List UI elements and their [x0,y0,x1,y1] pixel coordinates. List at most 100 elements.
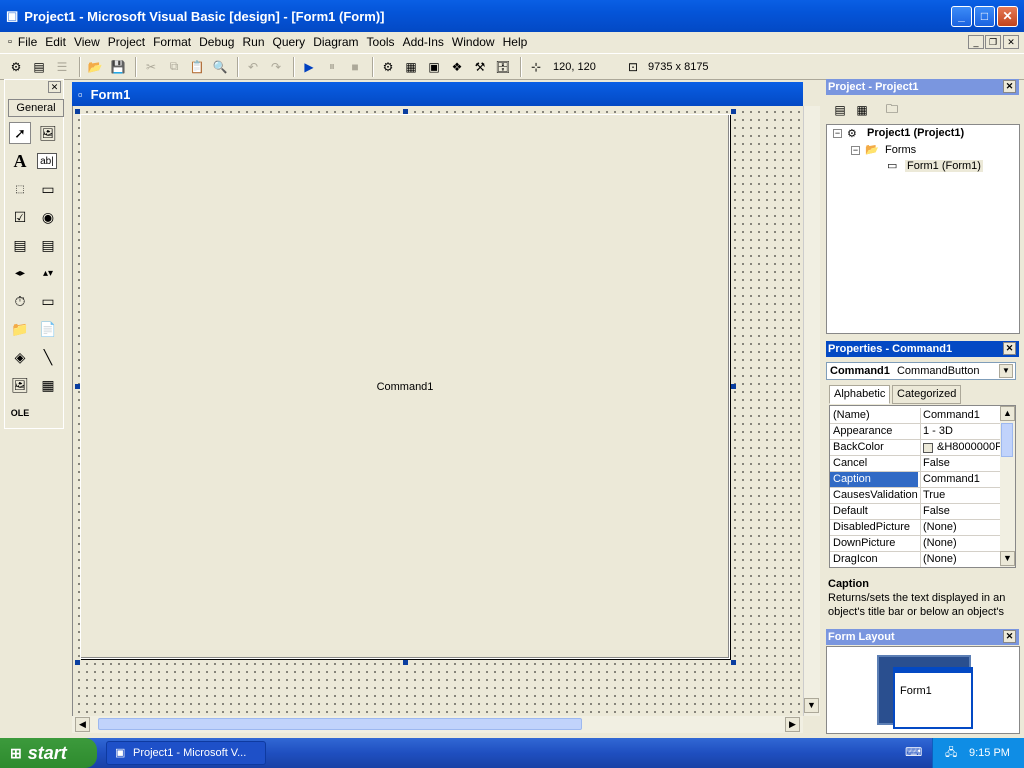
form-designer-title-bar[interactable]: ▫ Form1 [72,82,803,106]
form-system-icon[interactable]: ▫ [8,36,12,48]
combobox-icon[interactable]: ▤ [9,234,31,256]
open-project-icon[interactable]: 📂 [85,57,105,77]
add-project-icon[interactable]: ⚙ [6,57,26,77]
resize-handle[interactable] [75,384,80,389]
collapse-icon[interactable]: − [833,129,842,138]
toolbox-icon[interactable]: ⚒ [470,57,490,77]
scroll-thumb[interactable] [98,718,582,730]
scroll-left-icon[interactable]: ◀ [75,717,90,732]
toolbox-close-button[interactable]: ✕ [48,81,61,93]
label-icon[interactable]: A [9,150,31,172]
data-control-icon[interactable]: ▦ [37,374,59,396]
mdi-restore-button[interactable]: ❐ [985,35,1001,49]
clock[interactable]: 9:15 PM [969,747,1010,759]
dirlistbox-icon[interactable]: 📁 [9,318,31,340]
tree-form1-item[interactable]: Form1 (Form1) [905,160,983,172]
filelistbox-icon[interactable]: 📄 [37,318,59,340]
properties-pane-close-button[interactable]: ✕ [1003,342,1016,355]
resize-handle[interactable] [403,109,408,114]
menu-tools[interactable]: Tools [367,35,395,49]
find-icon[interactable]: 🔍 [210,57,230,77]
property-row-selected[interactable]: Caption Command1 [830,472,1000,488]
redo-icon[interactable]: ↷ [266,57,286,77]
timer-icon[interactable]: ⏱ [9,290,31,312]
menu-view[interactable]: View [74,35,100,49]
resize-handle[interactable] [403,660,408,665]
picturebox-icon[interactable]: 🖼 [37,122,59,144]
pointer-icon[interactable]: ➚ [9,122,31,144]
scroll-up-icon[interactable]: ▲ [1000,406,1015,421]
project-pane-title-bar[interactable]: Project - Project1 ✕ [826,79,1019,95]
form1-preview[interactable]: Form1 [893,667,973,729]
undo-icon[interactable]: ↶ [243,57,263,77]
resize-handle[interactable] [731,660,736,665]
scroll-right-icon[interactable]: ▶ [785,717,800,732]
project-pane-close-button[interactable]: ✕ [1003,80,1016,93]
property-row[interactable]: Cancel False [830,456,1000,472]
vertical-scrollbar[interactable]: ▼ [803,106,820,716]
menu-window[interactable]: Window [452,35,495,49]
property-row[interactable]: (Name) Command1 [830,408,1000,424]
break-icon[interactable]: ⏸ [322,57,342,77]
vscrollbar-icon[interactable]: ▴▾ [37,262,59,284]
command1-button[interactable]: Command1 [80,114,730,659]
listbox-icon[interactable]: ▤ [37,234,59,256]
textbox-icon[interactable]: ab| [37,153,57,169]
scroll-thumb[interactable] [1001,423,1013,457]
save-project-icon[interactable]: 💾 [108,57,128,77]
properties-window-icon[interactable]: ▦ [401,57,421,77]
property-row[interactable]: BackColor &H8000000F [830,440,1000,456]
menu-help[interactable]: Help [503,35,528,49]
commandbutton-icon[interactable]: ▭ [37,178,59,200]
resize-handle[interactable] [731,384,736,389]
menu-editor-icon[interactable]: ☰ [52,57,72,77]
object-selector[interactable]: Command1 CommandButton ▼ [826,362,1016,380]
frame-icon[interactable]: ⬚ [9,178,31,200]
line-icon[interactable]: ╲ [37,346,59,368]
taskbar-item-vb[interactable]: ▣ Project1 - Microsoft V... [106,741,266,765]
horizontal-scrollbar[interactable]: ◀ ▶ [72,716,803,733]
property-row[interactable]: DownPicture (None) [830,536,1000,552]
resize-handle[interactable] [75,109,80,114]
form-layout-icon[interactable]: ▣ [424,57,444,77]
maximize-button[interactable]: □ [974,6,995,27]
image-icon[interactable]: 🖼 [9,374,31,396]
start-button[interactable]: ⊞ start [0,738,97,768]
properties-pane-title-bar[interactable]: Properties - Command1 ✕ [826,341,1019,357]
resize-handle[interactable] [731,109,736,114]
toggle-folders-icon[interactable]: 🗀 [882,100,902,120]
copy-icon[interactable]: ⧉ [164,57,184,77]
menu-diagram[interactable]: Diagram [313,35,358,49]
view-object-icon[interactable]: ▦ [852,100,872,120]
data-view-icon[interactable]: 🗄 [493,57,513,77]
drivelistbox-icon[interactable]: ▭ [37,290,59,312]
chevron-down-icon[interactable]: ▼ [999,364,1013,378]
form-layout-close-button[interactable]: ✕ [1003,630,1016,643]
ole-icon[interactable]: OLE [9,402,31,424]
window-title-bar[interactable]: ▣ Project1 - Microsoft Visual Basic [des… [0,0,1024,32]
close-button[interactable]: ✕ [997,6,1018,27]
scroll-down-icon[interactable]: ▼ [804,698,819,713]
hscrollbar-icon[interactable]: ◂▸ [9,262,31,284]
form-layout-title-bar[interactable]: Form Layout ✕ [826,629,1019,645]
toolbox-tab-general[interactable]: General [8,99,64,117]
menu-file[interactable]: File [18,35,37,49]
collapse-icon[interactable]: − [851,146,860,155]
end-icon[interactable]: ■ [345,57,365,77]
start-icon[interactable]: ▶ [299,57,319,77]
menu-format[interactable]: Format [153,35,191,49]
resize-handle[interactable] [75,660,80,665]
property-row[interactable]: CausesValidation True [830,488,1000,504]
tab-categorized[interactable]: Categorized [892,385,962,404]
menu-edit[interactable]: Edit [45,35,66,49]
property-grid-scrollbar[interactable]: ▲ ▼ [1000,406,1015,567]
menu-project[interactable]: Project [108,35,145,49]
property-row[interactable]: Default False [830,504,1000,520]
network-icon[interactable]: 🖧 [945,738,957,768]
menu-run[interactable]: Run [242,35,264,49]
checkbox-icon[interactable]: ☑ [9,206,31,228]
tab-alphabetic[interactable]: Alphabetic [829,385,891,404]
property-row[interactable]: DragIcon (None) [830,552,1000,567]
optionbutton-icon[interactable]: ◉ [37,206,59,228]
cut-icon[interactable]: ✂ [141,57,161,77]
